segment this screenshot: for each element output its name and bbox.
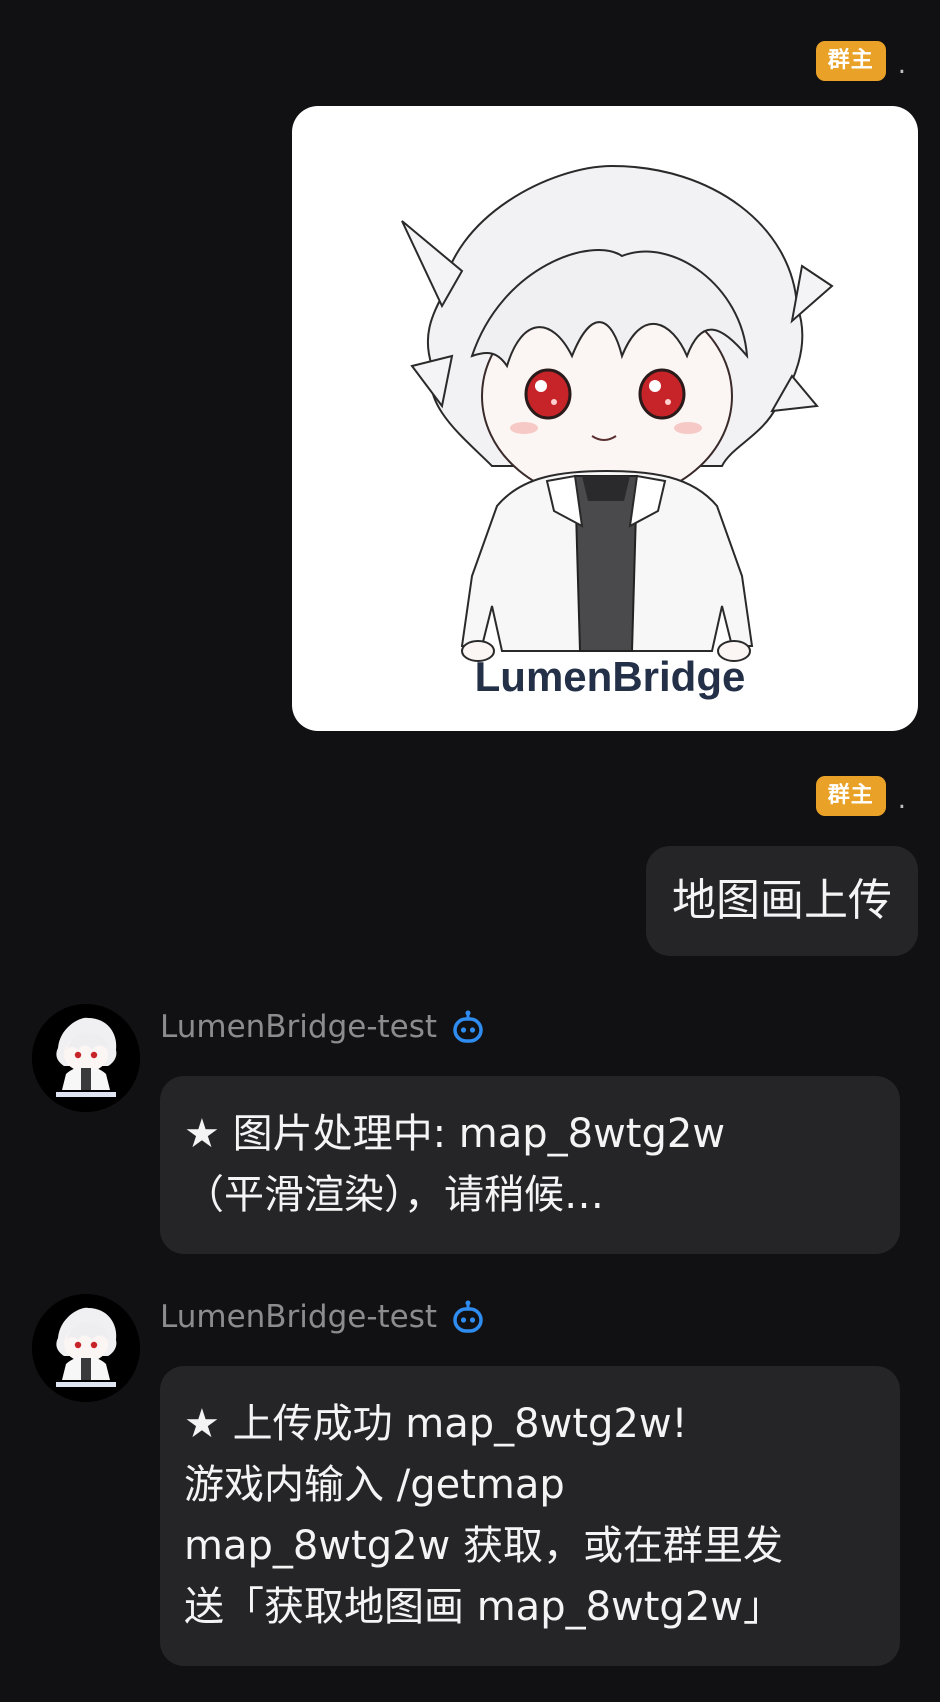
bot-avatar[interactable] bbox=[32, 1004, 140, 1112]
sender-name[interactable]: . bbox=[898, 45, 906, 85]
logo-caption: LumenBridge bbox=[475, 653, 746, 700]
owner-badge: 群主 bbox=[815, 776, 886, 816]
sender-row: LumenBridge-test bbox=[160, 1003, 485, 1051]
message-line: 送「获取地图画 map_8wtg2w」 bbox=[184, 1584, 783, 1630]
avatar-chibi-icon bbox=[32, 1004, 140, 1112]
bot-avatar[interactable] bbox=[32, 1294, 140, 1402]
bot-icon bbox=[453, 1010, 483, 1043]
incoming-text-bubble[interactable]: ★ 图片处理中: map_8wtg2w （平滑渲染），请稍候… bbox=[160, 1076, 900, 1254]
message-line: 游戏内输入 /getmap bbox=[184, 1462, 565, 1508]
sender-name[interactable]: . bbox=[898, 780, 906, 820]
message-1-meta: 群主 . bbox=[815, 40, 906, 85]
sender-row: LumenBridge-test bbox=[160, 1293, 485, 1341]
sender-name[interactable]: LumenBridge-test bbox=[160, 1299, 437, 1335]
owner-badge: 群主 bbox=[815, 41, 886, 81]
message-line: （平滑渲染），请稍候… bbox=[184, 1172, 604, 1218]
bot-icon bbox=[453, 1300, 483, 1333]
outgoing-text-bubble[interactable]: 地图画上传 bbox=[646, 846, 918, 956]
message-2-meta: 群主 . bbox=[815, 775, 906, 820]
image-message[interactable]: LumenBridge bbox=[292, 106, 918, 731]
message-line: ★ 上传成功 map_8wtg2w! bbox=[184, 1401, 688, 1447]
incoming-text-bubble[interactable]: ★ 上传成功 map_8wtg2w! 游戏内输入 /getmap map_8wt… bbox=[160, 1366, 900, 1666]
sender-name[interactable]: LumenBridge-test bbox=[160, 1009, 437, 1045]
avatar-chibi-icon bbox=[32, 1294, 140, 1402]
chibi-character-logo-icon: LumenBridge bbox=[401, 164, 834, 700]
message-line: map_8wtg2w 获取，或在群里发 bbox=[184, 1523, 783, 1569]
message-line: ★ 图片处理中: map_8wtg2w bbox=[184, 1111, 726, 1157]
